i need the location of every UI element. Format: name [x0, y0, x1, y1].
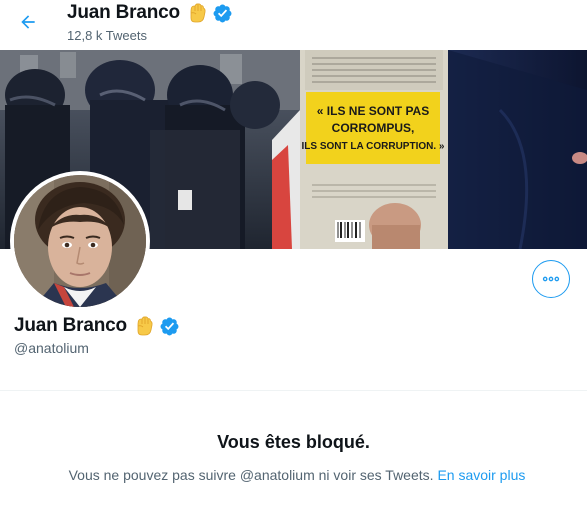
blocked-title: Vous êtes bloqué.	[217, 432, 370, 452]
profile-avatar[interactable]	[10, 171, 150, 311]
profile-handle: @anatolium	[14, 340, 89, 356]
arrow-left-icon	[21, 15, 35, 29]
tweet-count: 12,8 k Tweets	[67, 28, 147, 43]
more-options-button[interactable]	[532, 260, 570, 298]
header-display-name: Juan Branco	[67, 2, 180, 23]
section-divider	[0, 390, 587, 391]
profile-header: Juan Branco 12,8 k Tweets	[0, 0, 587, 50]
raised-fist-icon	[132, 314, 156, 338]
more-options-icon	[542, 276, 560, 282]
verified-badge-icon	[159, 316, 180, 337]
back-button[interactable]	[14, 8, 42, 36]
learn-more-link[interactable]: En savoir plus	[437, 467, 525, 483]
profile-name-row: Juan Branco	[14, 313, 180, 339]
avatar-photo	[14, 175, 146, 307]
profile-display-name: Juan Branco	[14, 315, 127, 336]
book-quote-line3: ILS SONT LA CORRUPTION. »	[302, 141, 445, 152]
book-quote-line1: « ILS NE SONT PAS	[317, 104, 429, 118]
blocked-message-row: Vous ne pouvez pas suivre @anatolium ni …	[0, 467, 587, 483]
header-title-block: Juan Branco 12,8 k Tweets	[67, 1, 233, 43]
raised-fist-icon	[185, 1, 209, 25]
book-quote-line2: CORROMPUS,	[332, 121, 415, 135]
verified-badge-icon	[212, 3, 233, 24]
blocked-message: Vous ne pouvez pas suivre @anatolium ni …	[68, 467, 434, 483]
